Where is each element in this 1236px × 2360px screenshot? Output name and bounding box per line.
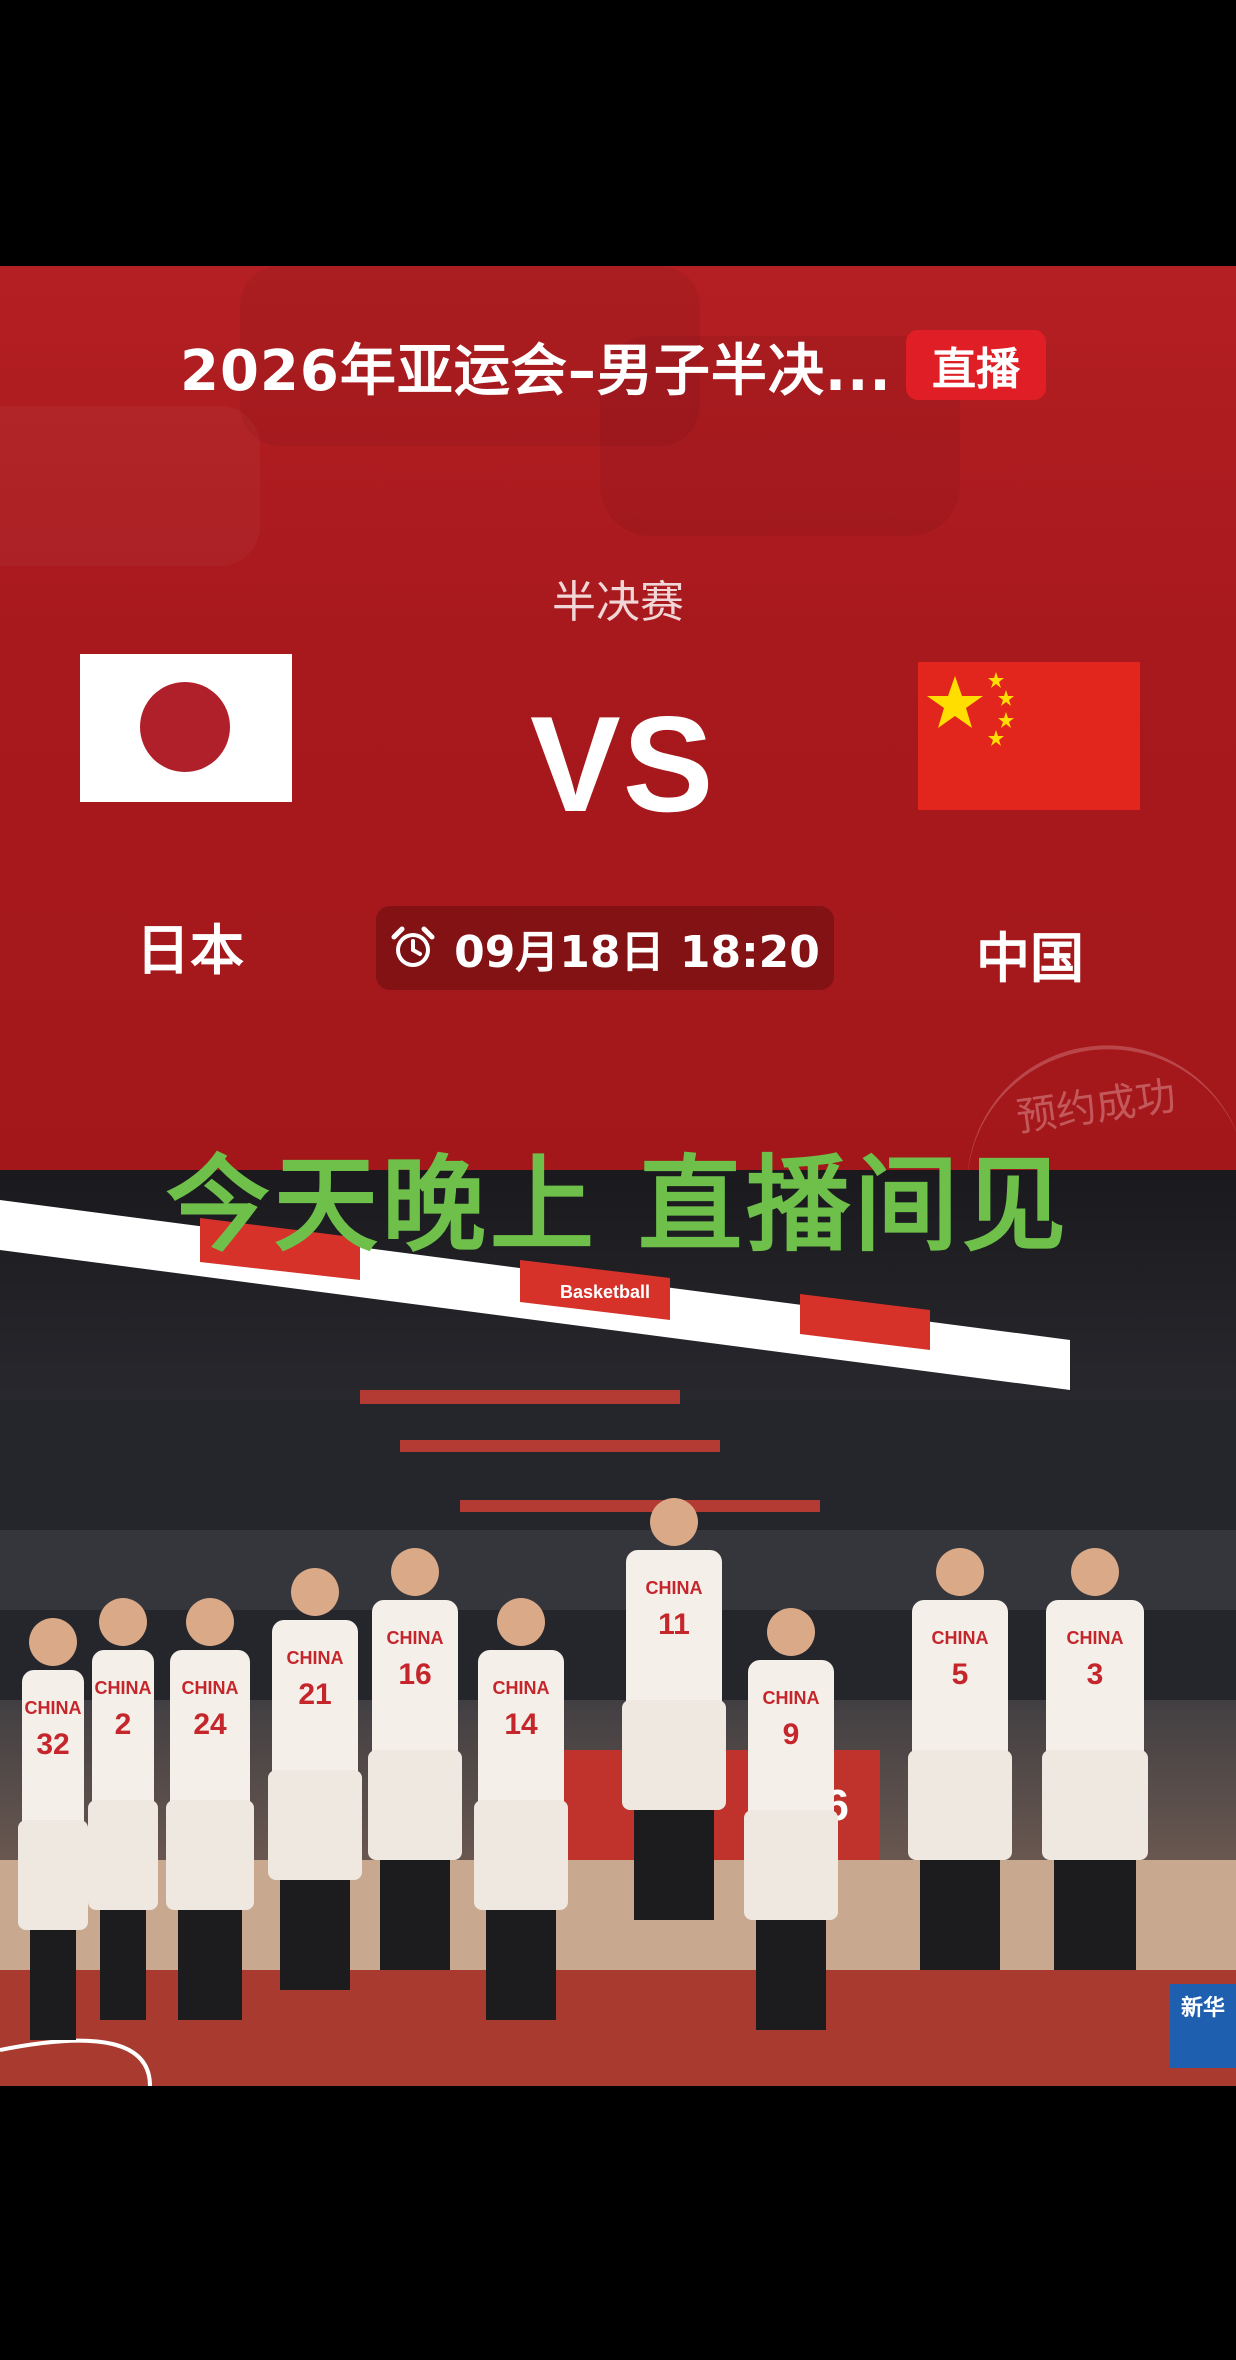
player-figure: CHINA 9 (744, 1608, 838, 2030)
live-badge[interactable]: 直播 (906, 330, 1046, 400)
jersey-number: 16 (398, 1658, 431, 1691)
scoreboard-text: Basketball (560, 1282, 650, 1302)
xinhua-watermark-logo: 新华 (1170, 1984, 1236, 2068)
bottom-black-bar (0, 2086, 1236, 2360)
jersey-label: CHINA (95, 1678, 152, 1698)
japan-flag-icon (80, 654, 292, 802)
team-home-name: 日本 (136, 919, 244, 982)
match-card[interactable]: 2026年亚运会–男子半决... 直播 半决赛 VS 日本 09月18日 18:… (0, 266, 1236, 1170)
japan-flag-sun (140, 682, 230, 772)
background-shape (0, 406, 260, 566)
jersey-number: 3 (1087, 1658, 1104, 1691)
team-lineup-photo: Basketball 26 CHINA32CHINA2CHINA24CHINA2… (0, 1170, 1236, 2086)
jersey-label: CHINA (932, 1628, 989, 1648)
jersey-number: 2 (115, 1708, 132, 1741)
player-figure: CHINA 11 (622, 1498, 726, 1920)
jersey-label: CHINA (493, 1678, 550, 1698)
jersey-number: 24 (193, 1708, 227, 1741)
player-figure: CHINA 14 (474, 1598, 568, 2020)
player-figure: CHINA 21 (268, 1568, 362, 1990)
player-figure: CHINA 5 (908, 1548, 1012, 1970)
vs-label: VS (530, 688, 716, 840)
jersey-number: 9 (783, 1718, 800, 1751)
player-figure: CHINA 24 (166, 1598, 254, 2020)
promo-overlay-text: 今天晚上 直播间见 (165, 1144, 1071, 1266)
china-flag-icon (918, 662, 1140, 810)
match-time-pill: 09月18日 18:20 (376, 906, 834, 990)
jersey-label: CHINA (182, 1678, 239, 1698)
player-figure: CHINA 3 (1042, 1548, 1148, 1970)
match-stage: 半决赛 (552, 577, 684, 628)
jersey-label: CHINA (646, 1578, 703, 1598)
match-datetime: 09月18日 18:20 (454, 927, 820, 978)
jersey-number: 32 (36, 1728, 69, 1761)
alarm-clock-icon (391, 926, 435, 967)
jersey-label: CHINA (763, 1688, 820, 1708)
jersey-number: 5 (952, 1658, 969, 1691)
jersey-number: 11 (658, 1608, 690, 1641)
player-figure: CHINA 16 (368, 1548, 462, 1970)
jersey-label: CHINA (387, 1628, 444, 1648)
event-title: 2026年亚运会–男子半决... (180, 339, 892, 404)
top-black-bar (0, 0, 1236, 266)
jersey-label: CHINA (1067, 1628, 1124, 1648)
team-away-name: 中国 (976, 927, 1084, 990)
jersey-label: CHINA (287, 1648, 344, 1668)
china-flag-stars (927, 672, 1014, 746)
jersey-number: 21 (298, 1678, 331, 1711)
basketball-team-lineup-photo: Basketball 26 CHINA32CHINA2CHINA24CHINA2… (0, 1200, 1236, 2086)
jersey-number: 14 (504, 1708, 538, 1741)
jersey-label: CHINA (25, 1698, 82, 1718)
